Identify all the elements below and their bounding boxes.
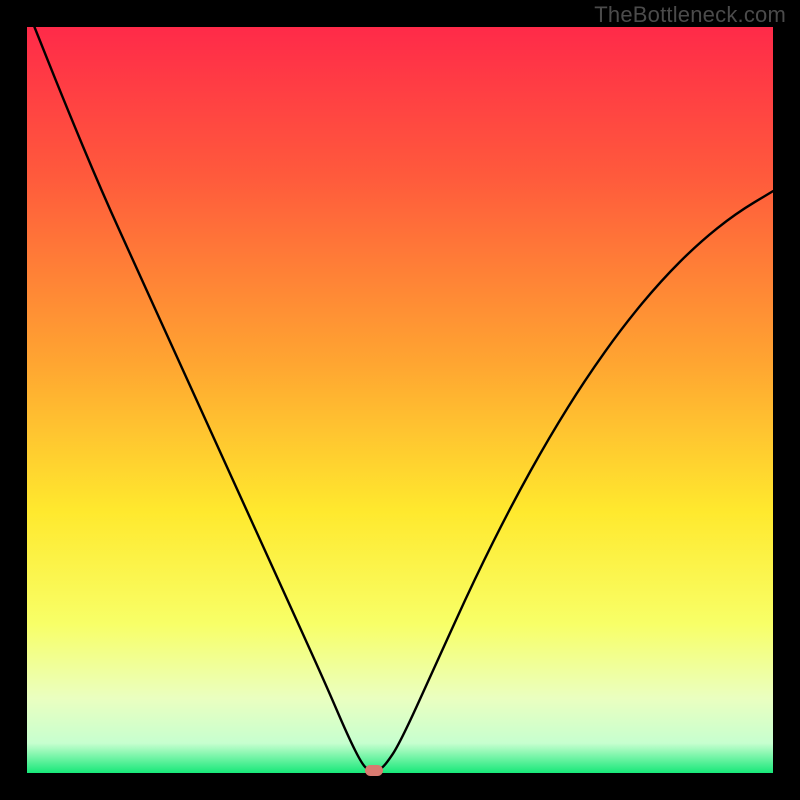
watermark-text: TheBottleneck.com <box>594 2 786 28</box>
curve-layer <box>27 27 773 773</box>
bottleneck-curve-path <box>34 27 773 771</box>
chart-frame: TheBottleneck.com <box>0 0 800 800</box>
minimum-marker <box>365 765 383 776</box>
